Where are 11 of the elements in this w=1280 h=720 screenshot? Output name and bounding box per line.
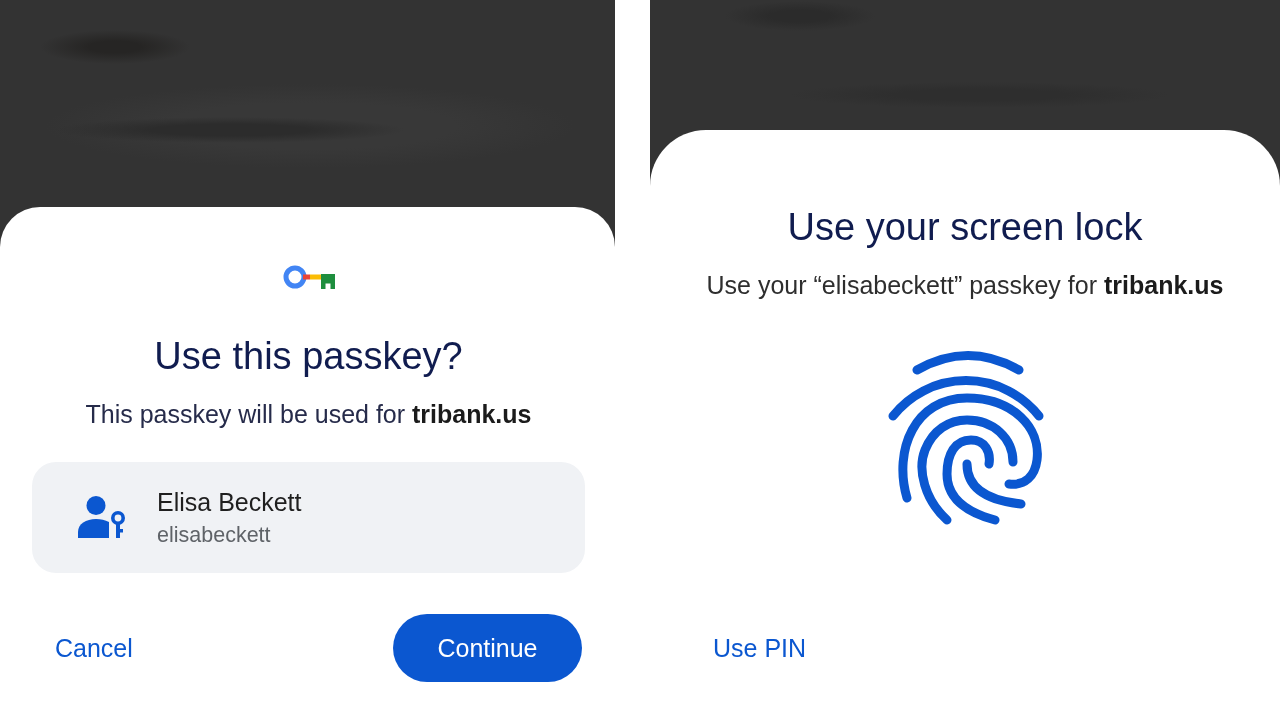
cancel-button[interactable]: Cancel <box>43 627 145 669</box>
account-name: Elisa Beckett <box>157 486 302 517</box>
use-pin-button[interactable]: Use PIN <box>701 627 819 669</box>
account-username: elisabeckett <box>157 521 272 548</box>
dialog-title: Use this passkey? <box>154 334 463 379</box>
continue-button[interactable]: Continue <box>393 614 582 682</box>
key-icon <box>282 265 335 289</box>
dialog-subtitle: This passkey will be used for tribank.us <box>85 398 532 429</box>
dialog-subtitle: Use your “elisabeckett” passkey for tribank.us <box>706 269 1224 300</box>
person-key-icon <box>78 496 126 539</box>
dialog-title: Use your screen lock <box>787 205 1143 250</box>
